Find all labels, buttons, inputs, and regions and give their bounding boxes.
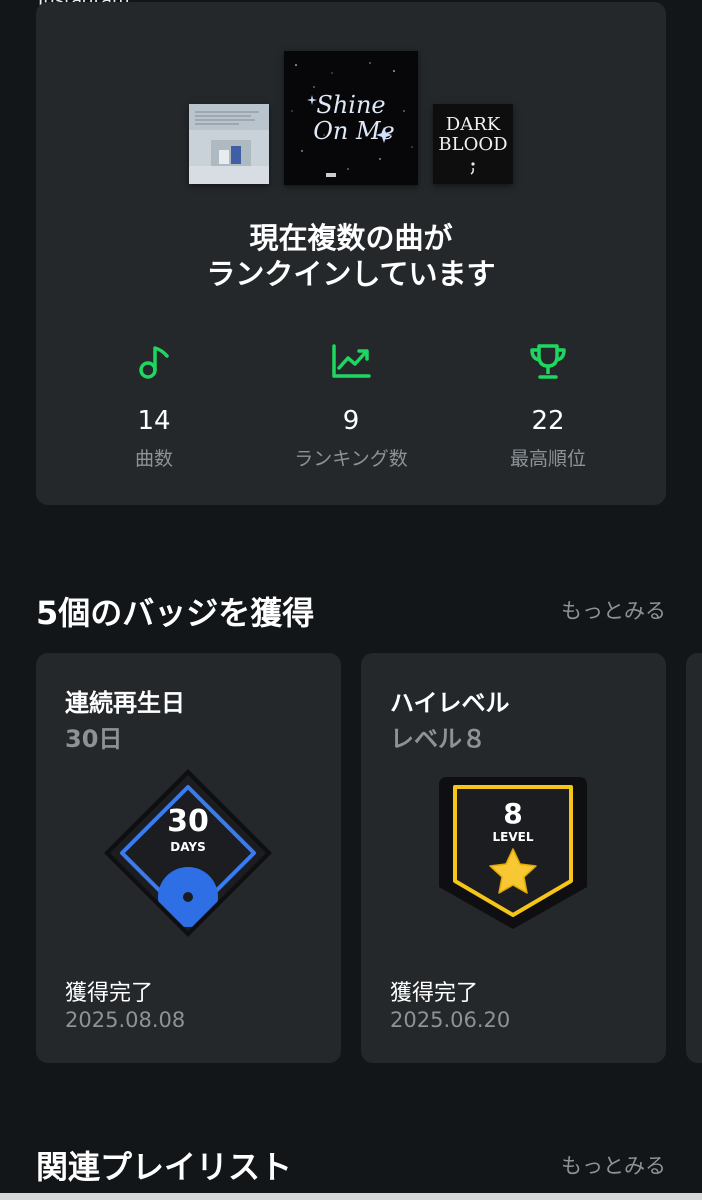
badge-title: ハイレベル	[390, 689, 510, 717]
album-cover-1[interactable]	[189, 104, 269, 184]
stat-rankings-value: 9	[342, 406, 360, 436]
headline-line-2: ランクインしています	[206, 257, 496, 291]
badge-card-level[interactable]: ハイレベル レベル８ 8 LEVEL 獲得完了 2025.06.20	[361, 653, 666, 1063]
album-cover-dark-blood[interactable]: DARK BLOOD	[433, 104, 513, 184]
stat-rankings-label: ランキング数	[294, 448, 408, 470]
ranking-card[interactable]: Shine On Me DARK BLOOD 現在複数の曲が ランクインしていま…	[36, 2, 666, 505]
cover3-title-line2: BLOOD	[438, 134, 507, 155]
badge-title: 連続再生日	[65, 689, 185, 717]
album-cover-1-art	[189, 104, 269, 184]
badge-card-next-peek[interactable]	[686, 653, 702, 1063]
ranking-headline: 現在複数の曲が ランクインしています	[36, 220, 666, 292]
stat-best-rank-label: 最高順位	[509, 448, 586, 470]
badge-date: 2025.06.20	[390, 1008, 511, 1032]
album-cover-dark-blood-art: DARK BLOOD	[433, 104, 513, 184]
badges-more-link[interactable]: もっとみる	[561, 595, 666, 625]
headline-line-1: 現在複数の曲が	[249, 221, 453, 255]
trending-chart-icon	[271, 342, 431, 382]
badge-card-streak[interactable]: 連続再生日 30日 30 DAYS 獲得完了 2025.08.08	[36, 653, 341, 1063]
bottom-edge-bar	[0, 1193, 702, 1200]
streak-badge-caption: DAYS	[170, 840, 205, 854]
album-cover-shine-on-me-art: Shine On Me	[284, 51, 418, 185]
cover3-title-line1: DARK	[446, 114, 501, 135]
playlists-more-link[interactable]: もっとみる	[561, 1150, 666, 1180]
stat-best-rank: 22 最高順位	[468, 342, 628, 471]
stat-songs: 14 曲数	[74, 342, 234, 471]
badge-subtitle: レベル８	[390, 725, 486, 753]
stat-rankings: 9 ランキング数	[271, 342, 431, 471]
badge-date: 2025.08.08	[65, 1008, 186, 1032]
playlists-section-title: 関連プレイリスト	[36, 1148, 293, 1186]
app-screen: Instagram	[0, 0, 702, 1200]
badge-subtitle: 30日	[65, 725, 123, 753]
badge-status: 獲得完了	[390, 981, 479, 1006]
level-badge-number: 8	[503, 797, 522, 830]
streak-badge-icon: 30 DAYS	[98, 763, 278, 943]
cover-title-line2: On Me	[313, 117, 395, 145]
album-cover-shine-on-me[interactable]: Shine On Me	[284, 51, 418, 185]
badge-status: 獲得完了	[65, 981, 154, 1006]
stat-best-rank-value: 22	[531, 406, 565, 436]
streak-badge-number: 30	[167, 804, 209, 839]
stat-songs-value: 14	[137, 406, 171, 436]
trophy-icon	[468, 342, 628, 382]
badges-section-title: 5個のバッジを獲得	[36, 594, 315, 632]
level-badge-caption: LEVEL	[493, 830, 534, 844]
cover-title-line1: Shine	[316, 91, 385, 119]
stat-songs-label: 曲数	[134, 448, 173, 470]
music-note-icon	[74, 342, 234, 382]
level-badge-icon: 8 LEVEL	[423, 763, 603, 943]
